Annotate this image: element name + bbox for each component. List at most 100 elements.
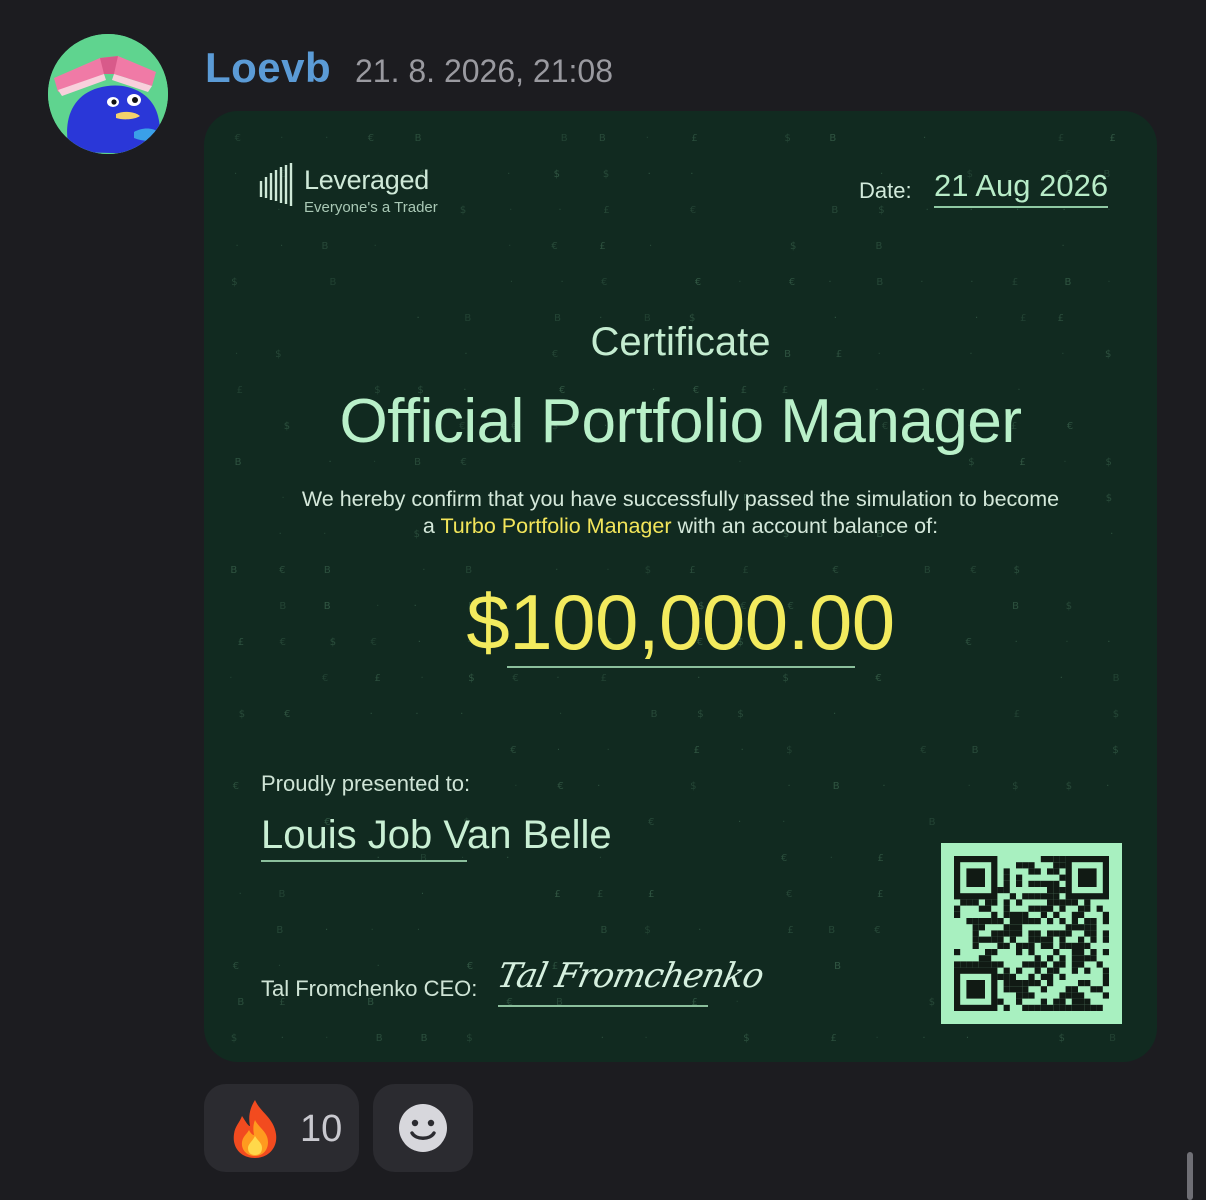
certificate-image[interactable]: € · · € B B B · £ $ B · £ £ · € · · $ · $ $ · · · $ € B · $ · · £ € B $ · · · ·… [204,111,1157,1062]
svg-text:·: · [229,673,232,684]
svg-text:£: £ [1019,457,1025,468]
svg-text:€: € [789,277,795,288]
presented-label: Proudly presented to: [261,771,471,796]
svg-text:$: $ [783,673,789,684]
svg-text:·: · [833,709,836,720]
svg-text:·: · [741,745,744,756]
svg-text:$: $ [1014,565,1020,576]
svg-text:·: · [923,133,926,144]
certificate-body: We hereby confirm that you have successf… [294,486,1067,540]
svg-text:·: · [325,925,328,936]
svg-text:·: · [970,277,973,288]
add-reaction-smile-icon [399,1104,447,1152]
svg-text:$: $ [1106,493,1112,504]
svg-text:€: € [920,745,926,756]
svg-text:£: £ [1058,133,1064,144]
svg-text:€: € [512,673,518,684]
svg-text:€: € [832,565,838,576]
svg-text:·: · [371,925,374,936]
certificate-kicker: Certificate [590,320,771,364]
svg-text:·: · [1106,781,1109,792]
svg-text:·: · [646,133,649,144]
svg-text:·: · [374,241,377,252]
ceo-label: Tal Fromchenko CEO: [261,976,478,1001]
svg-text:·: · [282,493,285,504]
date-value: 21 Aug 2026 [934,168,1109,208]
svg-text:·: · [421,889,424,900]
svg-text:·: · [373,457,376,468]
svg-text:·: · [738,277,741,288]
svg-text:€: € [322,673,328,684]
svg-text:·: · [279,529,282,540]
svg-text:$: $ [231,277,237,288]
svg-text:·: · [1110,529,1113,540]
avatar[interactable] [48,34,168,154]
svg-text:·: · [738,457,741,468]
svg-text:$: $ [1105,457,1111,468]
svg-text:B: B [599,133,606,144]
svg-text:€: € [233,961,239,972]
svg-text:€: € [781,853,787,864]
svg-text:B: B [230,565,237,576]
svg-text:£: £ [689,565,695,576]
svg-text:·: · [239,889,242,900]
svg-text:£: £ [694,745,700,756]
author-name[interactable]: Loevb [205,44,331,92]
svg-text:·: · [788,781,791,792]
svg-text:·: · [510,277,513,288]
svg-text:$: $ [697,709,703,720]
svg-text:·: · [782,817,785,828]
svg-text:B: B [276,925,283,936]
fire-icon [233,1100,277,1158]
svg-text:·: · [417,925,420,936]
svg-text:$: $ [1059,1033,1065,1044]
svg-text:€: € [786,889,792,900]
svg-text:·: · [828,277,831,288]
reaction-fire[interactable]: 10 [204,1084,359,1172]
svg-text:·: · [1060,673,1063,684]
body-highlight: Turbo Portfolio Manager [440,514,672,538]
svg-text:$: $ [1112,745,1118,756]
svg-text:·: · [558,205,561,216]
svg-text:€: € [648,817,654,828]
svg-text:·: · [607,745,610,756]
svg-text:B: B [561,133,568,144]
add-reaction-button[interactable] [373,1084,473,1172]
svg-text:€: € [235,133,241,144]
svg-text:$: $ [460,205,466,216]
svg-text:B: B [1113,673,1120,684]
svg-text:·: · [644,1033,647,1044]
svg-text:£: £ [743,565,749,576]
svg-text:$: $ [1066,781,1072,792]
brand-tagline: Everyone's a Trader [304,199,438,216]
svg-text:·: · [649,241,652,252]
svg-text:·: · [557,745,560,756]
certificate-title: Official Portfolio Manager [339,387,1022,456]
svg-text:B: B [972,745,979,756]
qr-code-icon [941,843,1122,1024]
svg-text:£: £ [601,673,607,684]
svg-text:€: € [368,133,374,144]
svg-text:£: £ [554,889,560,900]
svg-text:€: € [284,709,290,720]
svg-text:£: £ [691,133,697,144]
svg-text:·: · [329,457,332,468]
svg-text:·: · [507,169,510,180]
svg-text:€: € [690,205,696,216]
svg-text:€: € [233,781,239,792]
svg-text:B: B [833,781,840,792]
svg-text:B: B [322,241,329,252]
svg-text:B: B [834,961,841,972]
svg-text:·: · [922,1033,925,1044]
svg-text:$: $ [468,673,474,684]
svg-text:$: $ [466,1033,472,1044]
svg-text:$: $ [968,457,974,468]
scrollbar[interactable] [1187,1152,1193,1200]
svg-text:$: $ [690,781,696,792]
svg-text:·: · [281,1033,284,1044]
svg-text:$: $ [554,169,560,180]
svg-text:$: $ [231,1033,237,1044]
svg-text:£: £ [877,853,883,864]
svg-text:B: B [376,1033,383,1044]
svg-text:$: $ [603,169,609,180]
